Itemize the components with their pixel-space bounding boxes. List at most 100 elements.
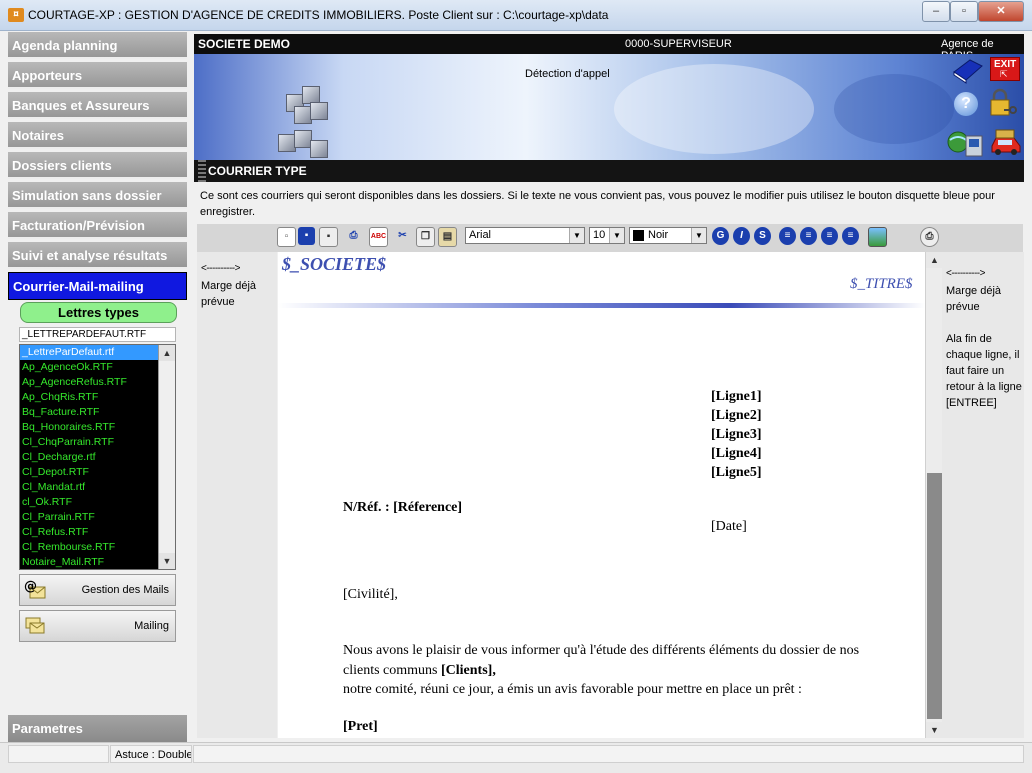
- sidebar-item-notaires[interactable]: Notaires: [8, 122, 187, 149]
- minimize-icon[interactable]: –: [922, 1, 950, 22]
- sidebar-item-suivi[interactable]: Suivi et analyse résultats: [8, 242, 187, 269]
- document-scrollbar[interactable]: ▲ ▼: [925, 252, 943, 738]
- copy-icon[interactable]: ❐: [416, 227, 435, 247]
- print-preview-icon[interactable]: ⎙: [920, 227, 939, 247]
- color-swatch: [633, 230, 644, 241]
- ligne1: [Ligne1]: [711, 389, 762, 404]
- current-file-field[interactable]: _LETTREPARDEFAUT.RTF: [19, 327, 176, 342]
- maximize-icon[interactable]: ▫: [950, 1, 978, 22]
- left-margin-panel: <----------> Marge déjà prévue: [197, 252, 277, 738]
- scroll-up-icon[interactable]: ▲: [159, 345, 175, 361]
- gestion-mails-button[interactable]: @ Gestion des Mails: [19, 574, 176, 606]
- clients-field: [Clients],: [441, 663, 496, 678]
- cut-icon[interactable]: ✂: [394, 227, 411, 245]
- save-as-icon[interactable]: ▪: [319, 227, 338, 247]
- spellcheck-icon[interactable]: ABC: [369, 227, 388, 247]
- align-right-icon[interactable]: ≡: [821, 227, 838, 245]
- left-margin-note: Marge déjà prévue: [201, 280, 257, 308]
- save-disk-icon[interactable]: ▪: [298, 227, 315, 245]
- sidebar-item-dossiers[interactable]: Dossiers clients: [8, 152, 187, 179]
- sidebar-item-parametres[interactable]: Parametres: [8, 715, 187, 742]
- list-item[interactable]: cl_Ok.RTF: [20, 495, 175, 510]
- close-icon[interactable]: ✕: [978, 1, 1024, 22]
- list-item[interactable]: Ap_ChqRis.RTF: [20, 390, 175, 405]
- section-title: COURRIER TYPE: [208, 164, 307, 178]
- sidebar-item-agenda[interactable]: Agenda planning: [8, 32, 187, 59]
- exit-door-icon: ⇱: [1000, 69, 1008, 79]
- lock-key-icon[interactable]: [988, 88, 1020, 118]
- print-icon[interactable]: ⎙: [345, 227, 362, 245]
- reference-field: N/Réf. : [Réference]: [343, 500, 463, 515]
- list-item[interactable]: _LettreParDefaut.rtf: [20, 345, 160, 360]
- bold-icon[interactable]: G: [712, 227, 729, 245]
- scroll-up-icon[interactable]: ▲: [926, 252, 943, 268]
- italic-icon[interactable]: I: [733, 227, 750, 245]
- window-title: COURTAGE-XP : GESTION D'AGENCE DE CREDIT…: [28, 8, 609, 22]
- car-icon[interactable]: [990, 126, 1022, 156]
- scroll-thumb[interactable]: [927, 473, 942, 719]
- font-select[interactable]: Arial ▼: [465, 227, 585, 244]
- list-item[interactable]: Cl_Parrain.RTF: [20, 510, 175, 525]
- list-item[interactable]: Cl_Refus.RTF: [20, 525, 175, 540]
- ligne5: [Ligne5]: [711, 465, 762, 480]
- list-item[interactable]: Ap_AgenceOk.RTF: [20, 360, 175, 375]
- editor-toolbar: ▫ ▪ ▪ ⎙ ABC ✂ ❐ ▤ Arial ▼ 10 ▼ Noir ▼ G …: [197, 224, 1023, 252]
- list-item[interactable]: Cl_Decharge.rtf: [20, 450, 175, 465]
- email-at-icon: @: [24, 579, 46, 599]
- list-item[interactable]: Cl_Depot.RTF: [20, 465, 175, 480]
- banner-glow: [614, 64, 814, 154]
- book-icon[interactable]: [952, 56, 984, 84]
- body-line-3: notre comité, réuni ce jour, a émis un a…: [343, 682, 802, 697]
- file-list-scrollbar[interactable]: ▲ ▼: [158, 345, 175, 569]
- align-center-icon[interactable]: ≡: [800, 227, 817, 245]
- size-select[interactable]: 10 ▼: [589, 227, 625, 244]
- list-item[interactable]: Ap_AgenceRefus.RTF: [20, 375, 175, 390]
- detection-appel-text[interactable]: Détection d'appel: [525, 68, 610, 80]
- underline-icon[interactable]: S: [754, 227, 771, 245]
- list-item[interactable]: Bq_Honoraires.RTF: [20, 420, 175, 435]
- scroll-down-icon[interactable]: ▼: [926, 722, 943, 738]
- exit-icon[interactable]: EXIT ⇱: [990, 57, 1020, 81]
- file-list[interactable]: _LettreParDefaut.rtf Ap_AgenceOk.RTF Ap_…: [19, 344, 176, 570]
- mailing-label: Mailing: [134, 620, 169, 632]
- mailing-icon: [25, 617, 45, 634]
- section-header: COURRIER TYPE: [194, 160, 1024, 182]
- app-icon[interactable]: ¤: [8, 8, 24, 22]
- globe-computer-icon[interactable]: [946, 128, 986, 158]
- chevron-down-icon[interactable]: ▼: [569, 228, 584, 243]
- insert-image-icon[interactable]: [868, 227, 887, 247]
- align-justify-icon[interactable]: ≡: [842, 227, 859, 245]
- letter-document[interactable]: $_SOCIETE$ $_TITRE$ [Ligne1] [Ligne2] [L…: [278, 252, 925, 738]
- list-item[interactable]: Cl_Mandat.rtf: [20, 480, 175, 495]
- help-icon[interactable]: ?: [954, 92, 978, 116]
- right-margin-arrow: <---------->: [946, 268, 985, 279]
- user-name: 0000-SUPERVISEUR: [625, 38, 732, 50]
- color-value: Noir: [648, 229, 669, 241]
- sidebar-item-banques[interactable]: Banques et Assureurs: [8, 92, 187, 119]
- chevron-down-icon[interactable]: ▼: [609, 228, 624, 243]
- lettres-types-button[interactable]: Lettres types disponibles: [20, 302, 177, 340]
- body-line-2-text: clients communs: [343, 663, 441, 678]
- color-select[interactable]: Noir ▼: [629, 227, 707, 244]
- scroll-down-icon[interactable]: ▼: [159, 553, 175, 569]
- sidebar-item-simulation[interactable]: Simulation sans dossier: [8, 182, 187, 209]
- paste-icon[interactable]: ▤: [438, 227, 457, 247]
- right-margin-tip: Ala fin de chaque ligne, il faut faire u…: [946, 333, 1022, 409]
- align-left-icon[interactable]: ≡: [779, 227, 796, 245]
- list-item[interactable]: Cl_ChqParrain.RTF: [20, 435, 175, 450]
- chevron-down-icon[interactable]: ▼: [691, 228, 706, 243]
- new-document-icon[interactable]: ▫: [277, 227, 296, 247]
- sidebar-item-courrier[interactable]: Courrier-Mail-mailing: [8, 272, 187, 300]
- banner-glow: [834, 74, 954, 144]
- list-item[interactable]: Cl_Rembourse.RTF: [20, 540, 175, 555]
- grip-icon: [198, 160, 206, 182]
- list-item[interactable]: Notaire_Mail.RTF: [20, 555, 175, 569]
- sidebar-item-facturation[interactable]: Facturation/Prévision: [8, 212, 187, 239]
- status-cell: [8, 745, 109, 763]
- sidebar-item-apporteurs[interactable]: Apporteurs: [8, 62, 187, 89]
- titre-field: $_TITRE$: [850, 276, 913, 292]
- civilite-field: [Civilité],: [343, 587, 398, 602]
- svg-text:@: @: [24, 579, 37, 594]
- mailing-button[interactable]: Mailing: [19, 610, 176, 642]
- list-item[interactable]: Bq_Facture.RTF: [20, 405, 175, 420]
